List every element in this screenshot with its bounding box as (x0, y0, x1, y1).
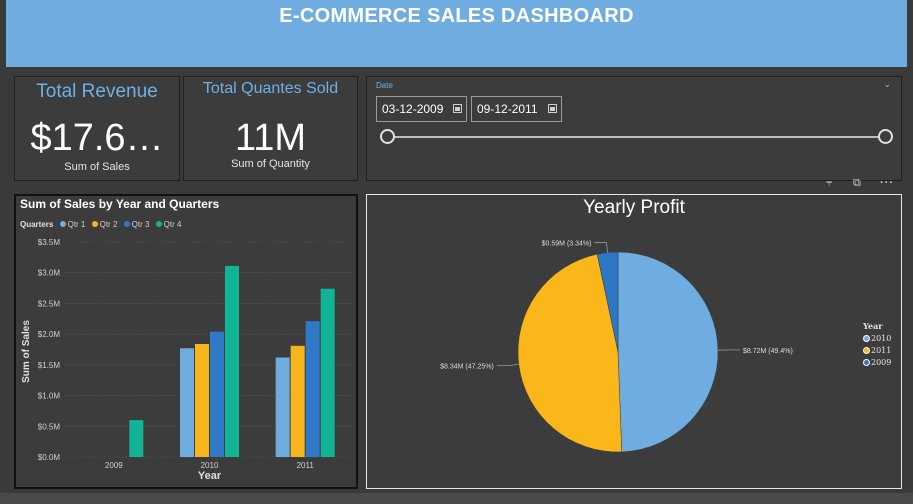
chevron-down-icon[interactable]: ⌄ (883, 79, 891, 90)
bar-2011-qtr4 (320, 288, 335, 457)
legend-label: 2010 (871, 334, 892, 343)
total-revenue-card[interactable]: Total Revenue $17.6… Sum of Sales (14, 76, 180, 181)
bar-2011-qtr3 (305, 321, 320, 457)
bar-2009-qtr4 (129, 420, 144, 457)
pie-data-label: $8.34M (47.25%) (440, 364, 494, 371)
bar-2010-qtr1 (180, 348, 194, 457)
pie-leader-line (594, 242, 608, 253)
end-date-input[interactable]: 09-12-2011 (471, 96, 562, 122)
legend-label: 2009 (871, 358, 892, 367)
date-slicer[interactable]: Date ⌄ 03-12-2009 09-12-2011 (366, 76, 902, 181)
date-range-end-handle[interactable] (878, 129, 893, 144)
y-tick-label: $0.5M (38, 422, 61, 431)
total-quantity-card[interactable]: Total Quantes Sold 11M Sum of Quantity (183, 76, 358, 181)
x-axis-title: Year (198, 470, 222, 482)
bar-2010-qtr4 (225, 265, 239, 457)
y-axis-title: Sum of Sales (21, 320, 32, 383)
total-quantity-value: 11M (234, 117, 307, 159)
dashboard-title: E-COMMERCE SALES DASHBOARD (279, 5, 634, 27)
date-range-track[interactable] (387, 136, 887, 138)
total-revenue-title: Total Revenue (36, 81, 158, 102)
y-tick-label: $2.0M (38, 330, 61, 339)
focus-mode-icon[interactable]: ⧉ (853, 178, 861, 189)
legend-label: 2011 (871, 346, 892, 355)
y-tick-label: $1.0M (38, 392, 61, 401)
dashboard-header: E-COMMERCE SALES DASHBOARD (6, 0, 907, 67)
legend-dot (863, 335, 870, 342)
start-date-input[interactable]: 03-12-2009 (376, 96, 467, 122)
date-slicer-title: Date (376, 81, 393, 90)
pie-leader-line (496, 363, 519, 366)
pie-legend-item-2009[interactable]: 2009 (863, 358, 891, 367)
bar-2011-qtr1 (275, 357, 290, 457)
date-range-start-handle[interactable] (380, 129, 395, 144)
bar-2011-qtr2 (290, 345, 305, 457)
y-tick-label: $3.5M (38, 238, 61, 247)
y-tick-label: $0.0M (38, 453, 61, 462)
calendar-icon[interactable] (453, 104, 462, 113)
start-date-value: 03-12-2009 (382, 102, 444, 116)
x-tick-label: 2009 (105, 461, 123, 470)
pie-data-label: $0.59M (3.34%) (542, 241, 592, 248)
pie-legend-title: Year (863, 321, 883, 331)
more-options-icon[interactable]: ··· (880, 178, 894, 189)
bar-2010-qtr3 (210, 331, 224, 457)
pie-chart-legend: Year 2010 2011 2009 (863, 321, 891, 370)
legend-dot (863, 359, 870, 366)
bar-2010-qtr2 (195, 343, 209, 457)
legend-dot (863, 347, 870, 354)
y-tick-label: $2.5M (38, 299, 61, 308)
x-tick-label: 2010 (201, 461, 219, 470)
pie-chart: $8.72M (49.4%) $8.34M (47.25%) $0.59M (3.3… (440, 241, 793, 453)
total-revenue-value: $17.6… (30, 117, 164, 159)
end-date-value: 09-12-2011 (477, 102, 538, 116)
total-revenue-subtitle: Sum of Sales (64, 161, 130, 173)
x-tick-label: 2011 (297, 461, 315, 470)
pie-slice-2010 (617, 251, 719, 453)
total-quantity-title: Total Quantes Sold (202, 80, 339, 97)
pie-data-label: $8.72M (49.4%) (743, 348, 793, 355)
calendar-icon[interactable] (548, 104, 557, 113)
y-tick-label: $1.5M (38, 361, 61, 370)
pie-legend-item-2011[interactable]: 2011 (863, 346, 891, 355)
filter-icon[interactable]: ⫧ (826, 178, 832, 189)
visual-header-icons: ⫧ ⧉ ··· (826, 178, 902, 192)
page-navigation-bar (0, 493, 913, 504)
bar-chart: $0.0M $0.5M $1.0M $1.5M $2.0M $2.5M $3.0M $3.5M… (21, 238, 353, 482)
yearly-profit-chart-card[interactable]: Yearly Profit $8.72M (49.4%) $8.34M (47.2… (366, 194, 902, 489)
total-quantity-subtitle: Sum of Quantity (231, 158, 310, 170)
y-tick-label: $3.0M (38, 269, 61, 278)
pie-legend-item-2010[interactable]: 2010 (863, 334, 891, 343)
sales-by-year-chart-card[interactable]: Sum of Sales by Year and Quarters Quarte… (14, 194, 358, 489)
